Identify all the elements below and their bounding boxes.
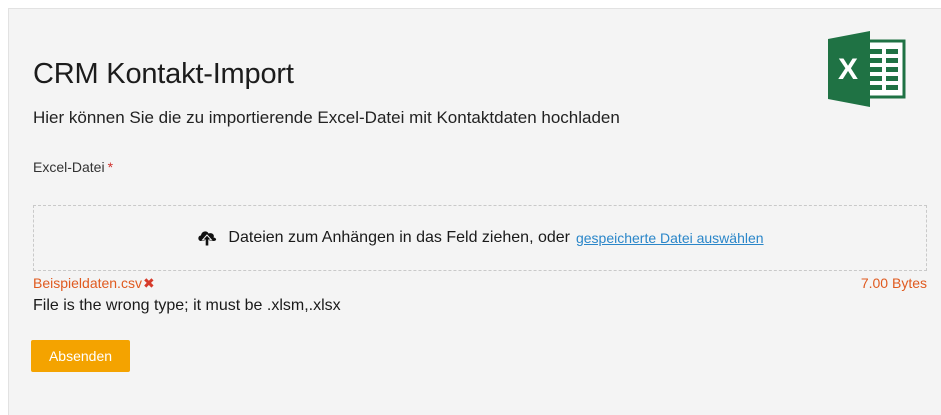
excel-file-label: Excel-Datei *: [33, 159, 113, 175]
file-type-error: File is the wrong type; it must be .xlsm…: [33, 297, 341, 314]
cloud-upload-icon: [196, 227, 218, 249]
remove-file-icon[interactable]: ✖: [143, 275, 155, 291]
import-panel: CRM Kontakt-Import Hier können Sie die z…: [8, 8, 941, 415]
page-title: CRM Kontakt-Import: [33, 58, 294, 90]
excel-logo-letter: X: [838, 53, 858, 86]
uploaded-file-row: Beispieldaten.csv✖ 7.00 Bytes: [33, 275, 927, 293]
file-size: 7.00 Bytes: [860, 275, 927, 291]
excel-logo-icon: X: [826, 31, 906, 107]
dropzone-text: Dateien zum Anhängen in das Feld ziehen,…: [228, 229, 570, 246]
file-dropzone[interactable]: Dateien zum Anhängen in das Feld ziehen,…: [33, 205, 927, 271]
excel-file-label-text: Excel-Datei: [33, 159, 105, 175]
submit-button[interactable]: Absenden: [31, 340, 130, 372]
file-entry: Beispieldaten.csv✖: [33, 275, 155, 292]
required-marker: *: [107, 159, 114, 175]
file-name: Beispieldaten.csv: [33, 275, 142, 291]
choose-saved-file-link[interactable]: gespeicherte Datei auswählen: [576, 230, 764, 246]
page-subtitle: Hier können Sie die zu importierende Exc…: [33, 108, 620, 127]
